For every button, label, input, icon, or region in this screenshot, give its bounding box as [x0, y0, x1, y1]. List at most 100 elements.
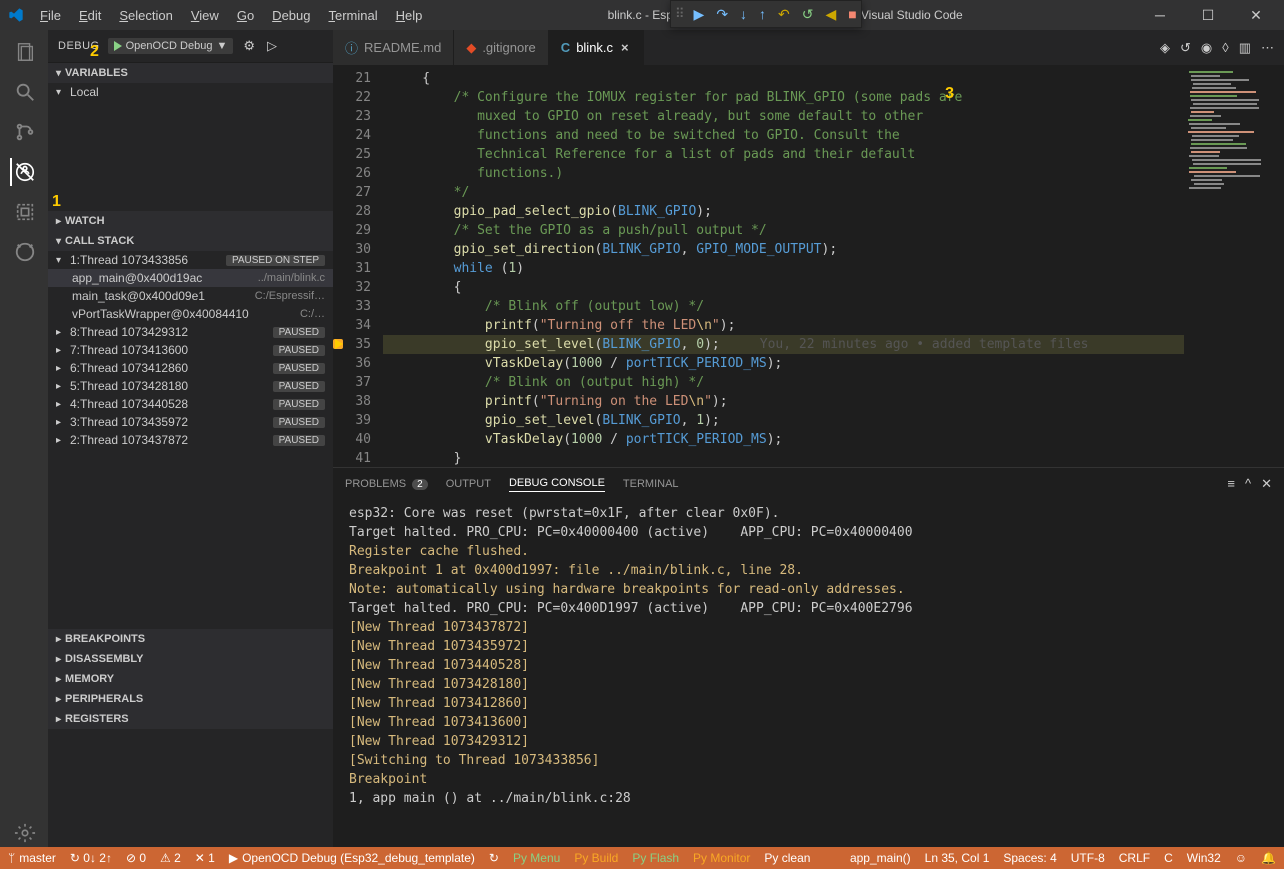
references-icon[interactable]	[10, 198, 38, 226]
menu-selection[interactable]: Selection	[111, 4, 180, 27]
terminal-tab[interactable]: TERMINAL	[623, 478, 679, 490]
panel-tabs: PROBLEMS2 OUTPUT DEBUG CONSOLE TERMINAL …	[333, 468, 1284, 500]
git-sync[interactable]: ↻ 0↓ 2↑	[70, 851, 112, 865]
task-pyclean[interactable]: Py clean	[764, 851, 810, 865]
bell-icon[interactable]: 🔔	[1261, 851, 1276, 865]
tab-gitignore[interactable]: ◆.gitignore	[454, 30, 548, 65]
output-tab[interactable]: OUTPUT	[446, 478, 491, 490]
menubar: File Edit Selection View Go Debug Termin…	[32, 4, 430, 27]
chevron-down-icon: ▼	[216, 40, 227, 52]
debug-config-name: OpenOCD Debug	[126, 40, 213, 52]
filter-icon[interactable]: ≡	[1227, 476, 1235, 492]
annotation-1: 1	[52, 193, 61, 211]
editor[interactable]: 2122232425262728293031323334353637383940…	[333, 65, 1284, 467]
menu-debug[interactable]: Debug	[264, 4, 318, 27]
debug-config-selector[interactable]: OpenOCD Debug ▼	[108, 38, 234, 54]
debug-console-tab[interactable]: DEBUG CONSOLE	[509, 477, 605, 492]
close-panel-icon[interactable]: ✕	[1261, 476, 1272, 492]
language[interactable]: C	[1164, 851, 1173, 865]
reload-icon[interactable]: ↻	[489, 851, 499, 865]
warnings-count[interactable]: ⚠ 2	[160, 851, 181, 865]
eol[interactable]: CRLF	[1119, 851, 1150, 865]
menu-go[interactable]: Go	[229, 4, 262, 27]
task-pyflash[interactable]: Py Flash	[632, 851, 679, 865]
preview-icon[interactable]: ◉	[1201, 40, 1212, 56]
errors-count[interactable]: ⊘ 0	[126, 851, 146, 865]
task-pymonitor[interactable]: Py Monitor	[693, 851, 750, 865]
gutter[interactable]: 2122232425262728293031323334353637383940…	[333, 65, 383, 467]
source-control-icon[interactable]	[10, 118, 38, 146]
close-button[interactable]: ✕	[1236, 0, 1276, 30]
settings-gear-icon[interactable]	[10, 819, 38, 847]
thread-row[interactable]: ▾1:Thread 1073433856PAUSED ON STEP	[48, 251, 333, 269]
current-fn[interactable]: app_main()	[850, 851, 911, 865]
debug-view-icon[interactable]	[10, 158, 38, 186]
watch-section[interactable]: ▸WATCH	[48, 211, 333, 231]
menu-edit[interactable]: Edit	[71, 4, 109, 27]
os-indicator[interactable]: Win32	[1187, 851, 1221, 865]
menu-terminal[interactable]: Terminal	[320, 4, 385, 27]
compare-icon[interactable]: ◈	[1160, 40, 1170, 56]
vscode-logo-icon	[8, 7, 24, 23]
cursor-pos[interactable]: Ln 35, Col 1	[925, 851, 990, 865]
peripherals-section[interactable]: ▸PERIPHERALS	[48, 689, 333, 709]
git-branch[interactable]: ᛘ master	[8, 851, 56, 865]
settings-icon[interactable]: ⚙	[241, 36, 257, 56]
stack-frame[interactable]: main_task@0x400d09e1C:/Espressif…	[48, 287, 333, 305]
menu-file[interactable]: File	[32, 4, 69, 27]
encoding[interactable]: UTF-8	[1071, 851, 1105, 865]
menu-help[interactable]: Help	[388, 4, 431, 27]
activity-bar	[0, 30, 48, 847]
diff-icon[interactable]: ◊	[1222, 40, 1228, 55]
play-icon	[114, 41, 122, 51]
explorer-icon[interactable]	[10, 38, 38, 66]
breakpoints-section[interactable]: ▸BREAKPOINTS	[48, 629, 333, 649]
more-icon[interactable]: ⋯	[1261, 40, 1274, 56]
editor-tabs: ⓘREADME.md ◆.gitignore Cblink.c× ◈ ↺ ◉ ◊…	[333, 30, 1284, 65]
task-pybuild[interactable]: Py Build	[574, 851, 618, 865]
history-icon[interactable]: ↺	[1180, 40, 1191, 56]
thread-row[interactable]: ▸5:Thread 1073428180PAUSED	[48, 377, 333, 395]
callstack-section[interactable]: ▾CALL STACK	[48, 231, 333, 251]
close-tab-icon[interactable]: ×	[619, 40, 631, 55]
menu-view[interactable]: View	[183, 4, 227, 27]
thread-row[interactable]: ▸7:Thread 1073413600PAUSED	[48, 341, 333, 359]
tab-actions: ◈ ↺ ◉ ◊ ▥ ⋯	[1150, 30, 1284, 65]
minimize-button[interactable]: ─	[1140, 0, 1180, 30]
other-count[interactable]: ✕ 1	[195, 851, 215, 865]
timeline-icon[interactable]	[10, 238, 38, 266]
indent[interactable]: Spaces: 4	[1003, 851, 1056, 865]
memory-section[interactable]: ▸MEMORY	[48, 669, 333, 689]
thread-row[interactable]: ▸2:Thread 1073437872PAUSED	[48, 431, 333, 449]
split-icon[interactable]: ▥	[1239, 40, 1251, 56]
stack-frame[interactable]: app_main@0x400d19ac../main/blink.c	[48, 269, 333, 287]
debug-sidebar: DEBUG OpenOCD Debug ▼ ⚙ ▷ ▾VARIABLES ▾Lo…	[48, 30, 333, 847]
thread-row[interactable]: ▸8:Thread 1073429312PAUSED	[48, 323, 333, 341]
thread-row[interactable]: ▸6:Thread 1073412860PAUSED	[48, 359, 333, 377]
disassembly-section[interactable]: ▸DISASSEMBLY	[48, 649, 333, 669]
main-area: ⓘREADME.md ◆.gitignore Cblink.c× ◈ ↺ ◉ ◊…	[333, 30, 1284, 847]
titlebar: File Edit Selection View Go Debug Termin…	[0, 0, 1284, 30]
tab-readme[interactable]: ⓘREADME.md	[333, 30, 454, 65]
local-scope[interactable]: ▾Local	[48, 83, 333, 101]
variables-section[interactable]: ▾VARIABLES	[48, 63, 333, 83]
maximize-button[interactable]: ☐	[1188, 0, 1228, 30]
stack-frame[interactable]: vPortTaskWrapper@0x40084410C:/…	[48, 305, 333, 323]
debug-task[interactable]: ▶ OpenOCD Debug (Esp32_debug_template)	[229, 851, 475, 865]
debug-console-output[interactable]: esp32: Core was reset (pwrstat=0x1F, aft…	[333, 500, 1284, 847]
window-controls: ─ ☐ ✕	[1140, 0, 1276, 30]
task-pymenu[interactable]: Py Menu	[513, 851, 560, 865]
annotation-3: 3	[945, 85, 954, 103]
thread-row[interactable]: ▸3:Thread 1073435972PAUSED	[48, 413, 333, 431]
annotation-2: 2	[90, 43, 99, 61]
problems-tab[interactable]: PROBLEMS2	[345, 478, 428, 490]
minimap[interactable]	[1184, 65, 1284, 467]
code-area[interactable]: { /* Configure the IOMUX register for pa…	[383, 65, 1184, 467]
registers-section[interactable]: ▸REGISTERS	[48, 709, 333, 729]
tab-blink[interactable]: Cblink.c×	[549, 30, 644, 65]
collapse-icon[interactable]: ^	[1245, 476, 1251, 492]
feedback-icon[interactable]: ☺	[1235, 851, 1247, 865]
search-icon[interactable]	[10, 78, 38, 106]
thread-row[interactable]: ▸4:Thread 1073440528PAUSED	[48, 395, 333, 413]
console-icon[interactable]: ▷	[265, 36, 279, 56]
